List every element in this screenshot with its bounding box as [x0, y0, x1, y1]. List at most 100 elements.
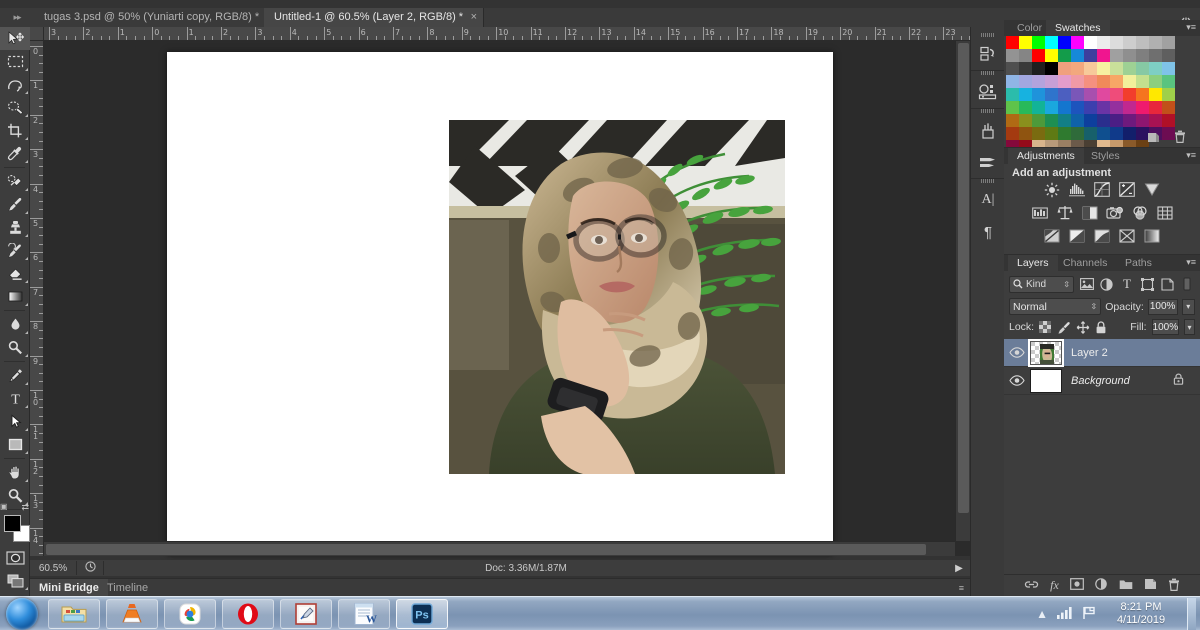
character-panel-icon[interactable]: A| — [971, 184, 1005, 216]
swatch-cell[interactable] — [1006, 75, 1019, 88]
stepper-icon[interactable]: ⇳ — [1063, 280, 1070, 289]
eraser-tool[interactable] — [0, 262, 30, 285]
crop-tool[interactable] — [0, 119, 30, 142]
swatch-cell[interactable] — [1045, 49, 1058, 62]
move-tool[interactable] — [0, 27, 30, 50]
swatch-cell[interactable] — [1149, 62, 1162, 75]
swatch-cell[interactable] — [1006, 49, 1019, 62]
swatch-cell[interactable] — [1136, 88, 1149, 101]
opacity-value[interactable]: 100% — [1147, 298, 1178, 315]
swatch-cell[interactable] — [1097, 88, 1110, 101]
swatch-cell[interactable] — [1136, 114, 1149, 127]
show-hidden-icons-chevron[interactable]: ▲ — [1036, 607, 1048, 621]
tab-styles[interactable]: Styles — [1082, 148, 1129, 164]
swatch-cell[interactable] — [1032, 75, 1045, 88]
swatch-cell[interactable] — [1058, 114, 1071, 127]
swatch-cell[interactable] — [1123, 101, 1136, 114]
filter-smart-object-icon[interactable] — [1160, 276, 1175, 293]
swatch-cell[interactable] — [1097, 62, 1110, 75]
swatch-cell[interactable] — [1110, 114, 1123, 127]
swatch-cell[interactable] — [1032, 62, 1045, 75]
document-tab-untitled1[interactable]: Untitled-1 @ 60.5% (Layer 2, RGB/8) * × — [264, 8, 485, 27]
eyedropper-tool[interactable] — [0, 142, 30, 165]
swatch-cell[interactable] — [1084, 49, 1097, 62]
swatch-cell[interactable] — [1149, 101, 1162, 114]
canvas-horizontal-scrollbar[interactable] — [44, 541, 955, 556]
show-desktop-button[interactable] — [1187, 598, 1196, 630]
delete-swatch-button[interactable] — [1174, 130, 1186, 146]
default-colors-icon[interactable]: ▣ — [0, 502, 8, 511]
swatch-cell[interactable] — [1162, 88, 1175, 101]
swatch-cell[interactable] — [1162, 36, 1175, 49]
tab-channels[interactable]: Channels — [1054, 255, 1116, 271]
swatch-cell[interactable] — [1110, 101, 1123, 114]
canvas-area[interactable] — [44, 41, 970, 556]
swatch-cell[interactable] — [1136, 49, 1149, 62]
swatch-cell[interactable] — [1006, 114, 1019, 127]
swatch-cell[interactable] — [1045, 36, 1058, 49]
photo-filter-icon[interactable] — [1105, 204, 1124, 221]
layer-filter-kind-select[interactable]: Kind ⇳ — [1009, 275, 1075, 293]
tab-paths[interactable]: Paths — [1116, 255, 1161, 271]
clone-stamp-tool[interactable] — [0, 216, 30, 239]
swatch-cell[interactable] — [1084, 62, 1097, 75]
swatch-cell[interactable] — [1006, 88, 1019, 101]
color-chips[interactable]: ▣ ⇄ — [0, 502, 30, 546]
swatch-cell[interactable] — [1006, 36, 1019, 49]
swatch-cell[interactable] — [1019, 49, 1032, 62]
chrome-browser-taskbar-button[interactable] — [164, 599, 216, 629]
rectangle-shape-tool[interactable] — [0, 433, 30, 456]
close-tab-icon[interactable]: × — [471, 8, 477, 27]
swatch-cell[interactable] — [1097, 49, 1110, 62]
tab-timeline[interactable]: Timeline — [98, 579, 157, 597]
swatch-cell[interactable] — [1019, 62, 1032, 75]
panel-menu-icon[interactable]: ▾≡ — [1186, 257, 1196, 268]
spot-healing-brush-tool[interactable] — [0, 170, 30, 193]
swatch-cell[interactable] — [1006, 62, 1019, 75]
blur-tool[interactable] — [0, 313, 30, 336]
swatch-cell[interactable] — [1097, 101, 1110, 114]
horizontal-ruler[interactable]: 3 2 1 0 1 2 3 4 5 6 7 8 9 10 11 12 13 14 15 16 17 18 19 20 21 22 2… — [44, 27, 970, 41]
microsoft-word-taskbar-button[interactable]: W — [338, 599, 390, 629]
vlc-media-player-taskbar-button[interactable] — [106, 599, 158, 629]
swatch-cell[interactable] — [1110, 75, 1123, 88]
opacity-dropdown-arrow[interactable]: ▾ — [1181, 298, 1195, 315]
history-brush-tool[interactable] — [0, 239, 30, 262]
vertical-ruler[interactable]: 01234567891 01 11 21 31 41 5 — [30, 41, 44, 556]
layer-row-layer2[interactable]: Layer 2 — [1004, 338, 1200, 367]
brush-panel-icon[interactable] — [971, 114, 1005, 146]
new-adjustment-layer-button[interactable] — [1095, 578, 1108, 593]
rectangular-marquee-tool[interactable] — [0, 50, 30, 73]
foreground-color-chip[interactable] — [4, 515, 21, 532]
levels-icon[interactable] — [1068, 181, 1087, 198]
swatch-cell[interactable] — [1149, 114, 1162, 127]
swatch-cell[interactable] — [1136, 62, 1149, 75]
layer-style-button[interactable]: fx — [1050, 578, 1059, 593]
swatch-cell[interactable] — [1019, 88, 1032, 101]
fill-value[interactable]: 100% — [1151, 319, 1180, 335]
layer-2-photo[interactable] — [449, 120, 785, 474]
swatch-cell[interactable] — [1123, 114, 1136, 127]
blend-mode-select[interactable]: Normal ⇳ — [1009, 298, 1102, 315]
swatch-cell[interactable] — [1149, 49, 1162, 62]
paragraph-panel-icon[interactable]: ¶ — [971, 216, 1005, 248]
scrollbar-thumb[interactable] — [958, 43, 969, 513]
swatch-cell[interactable] — [1045, 75, 1058, 88]
swatch-cell[interactable] — [1136, 36, 1149, 49]
posterize-icon[interactable] — [1068, 227, 1087, 244]
hand-tool[interactable] — [0, 461, 30, 484]
panel-menu-icon[interactable]: ▾≡ — [1186, 22, 1196, 33]
swatch-cell[interactable] — [1058, 88, 1071, 101]
lock-position-icon[interactable] — [1076, 319, 1090, 336]
swatch-cell[interactable] — [1019, 75, 1032, 88]
layer-visibility-toggle[interactable] — [1004, 375, 1030, 386]
network-signal-icon[interactable] — [1057, 606, 1073, 622]
hue-saturation-icon[interactable] — [1030, 204, 1049, 221]
threshold-icon[interactable] — [1093, 227, 1112, 244]
swatch-cell[interactable] — [1149, 75, 1162, 88]
layer-visibility-toggle[interactable] — [1004, 347, 1030, 358]
windows-start-orb[interactable] — [6, 598, 38, 630]
color-lookup-icon[interactable] — [1155, 204, 1174, 221]
canvas-vertical-scrollbar[interactable] — [955, 41, 970, 541]
swatch-cell[interactable] — [1097, 36, 1110, 49]
